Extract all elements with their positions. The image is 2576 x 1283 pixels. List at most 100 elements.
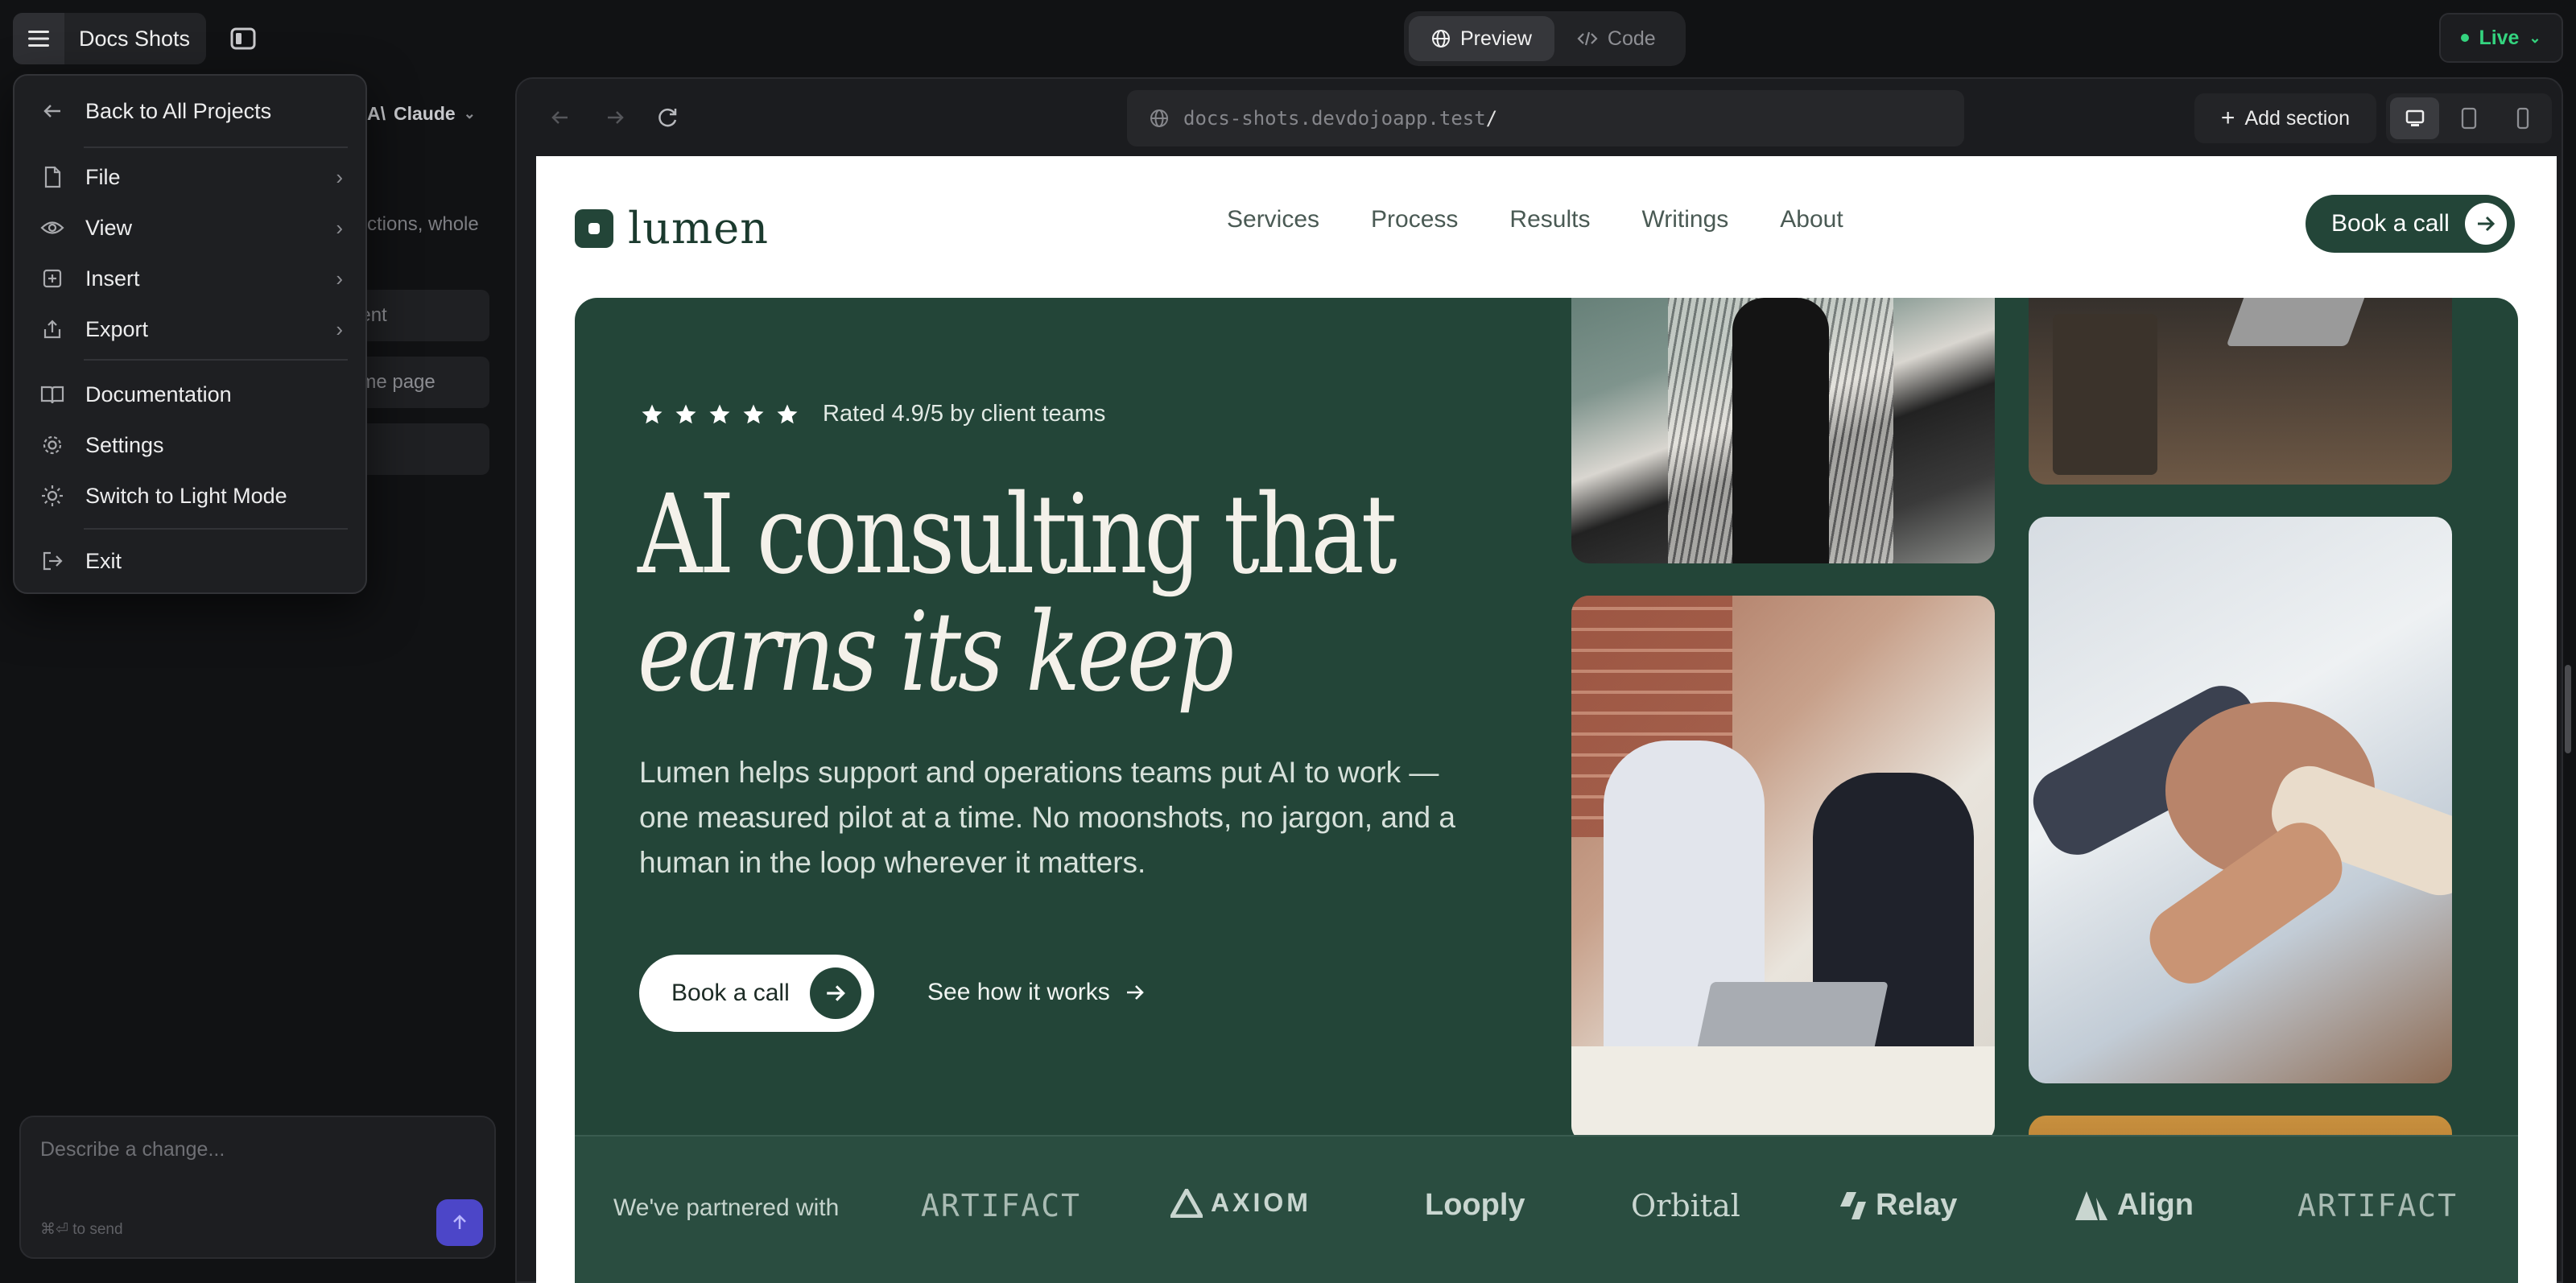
chevron-down-icon: ⌄ — [463, 105, 476, 122]
secondary-cta-label: See how it works — [927, 979, 1110, 1005]
nav-link-services[interactable]: Services — [1227, 206, 1319, 233]
site-preview: lumen Services Process Results Writings … — [536, 156, 2557, 1283]
preview-scrollbar[interactable] — [2565, 665, 2571, 753]
model-label: Claude — [394, 103, 456, 124]
menu-label: Switch to Light Mode — [85, 483, 287, 508]
refresh-icon[interactable] — [654, 103, 683, 132]
chat-placeholder: Describe a change... — [40, 1138, 225, 1161]
chat-input[interactable]: Describe a change... ⌘⏎ to send — [19, 1116, 496, 1259]
chevron-right-icon: › — [336, 164, 343, 189]
menu-item-export[interactable]: Export › — [14, 307, 365, 352]
align-icon — [2075, 1190, 2107, 1220]
sidebar-hint-text: ctions, whole — [367, 213, 479, 235]
nav-cta-label: Book a call — [2331, 210, 2450, 237]
nav-link-process[interactable]: Process — [1371, 206, 1458, 233]
partner-logo-orbital: Orbital — [1631, 1188, 1740, 1223]
app-menu-button[interactable]: Docs Shots — [13, 13, 206, 64]
model-picker[interactable]: A\ Claude ⌄ — [367, 103, 476, 125]
device-switcher[interactable] — [2386, 93, 2552, 143]
photo-high-five-meeting — [1571, 596, 1995, 1143]
url-bar[interactable]: docs-shots.devdojoapp.test/ — [1127, 90, 1964, 146]
preview-frame: docs-shots.devdojoapp.test/ + Add sectio… — [515, 77, 2563, 1283]
partner-logo-axiom: AXIOM — [1170, 1188, 1311, 1218]
lumen-logo-icon — [575, 208, 613, 248]
brand-name: lumen — [628, 203, 769, 254]
menu-item-view[interactable]: View › — [14, 205, 365, 250]
arrow-left-icon — [40, 99, 64, 123]
chevron-right-icon: › — [336, 316, 343, 341]
partner-logo-artifact: ARTIFACT — [921, 1188, 1082, 1223]
back-arrow-icon[interactable] — [546, 103, 575, 132]
see-how-it-works-link[interactable]: See how it works — [927, 979, 1146, 1006]
tab-preview[interactable]: Preview — [1409, 16, 1554, 61]
partner-logo-artifact: ARTIFACT — [2297, 1188, 2458, 1223]
send-button[interactable] — [436, 1199, 483, 1246]
plus-icon: + — [2220, 105, 2235, 131]
chevron-right-icon: › — [336, 266, 343, 291]
partner-name: AXIOM — [1211, 1188, 1311, 1217]
mobile-icon[interactable] — [2499, 97, 2548, 139]
star-icon — [642, 404, 663, 423]
hero-book-call-button[interactable]: Book a call — [639, 955, 874, 1032]
photo-people-laptops — [2029, 298, 2452, 485]
live-status-button[interactable]: Live ⌄ — [2439, 13, 2563, 63]
star-icon — [709, 404, 730, 423]
plus-square-icon — [40, 266, 64, 291]
rating-text: Rated 4.9/5 by client teams — [823, 401, 1106, 427]
globe-icon — [1150, 109, 1168, 127]
nav-link-results[interactable]: Results — [1509, 206, 1590, 233]
rating: Rated 4.9/5 by client teams — [639, 401, 1105, 427]
partner-logo-relay: Relay — [1839, 1188, 1957, 1223]
tab-code[interactable]: Code — [1554, 16, 1678, 61]
nav-link-about[interactable]: About — [1780, 206, 1843, 233]
hamburger-icon[interactable] — [13, 13, 64, 64]
menu-item-back-to-projects[interactable]: Back to All Projects — [14, 89, 365, 134]
chevron-down-icon: ⌄ — [2529, 29, 2541, 46]
live-dot-icon — [2461, 34, 2470, 42]
menu-label: Insert — [85, 266, 140, 291]
menu-item-light-mode[interactable]: Switch to Light Mode — [14, 473, 365, 518]
site-logo[interactable]: lumen — [575, 203, 769, 254]
hero-cta-label: Book a call — [671, 980, 790, 1006]
relay-icon — [1840, 1191, 1866, 1219]
desktop-icon[interactable] — [2390, 97, 2440, 139]
tablet-icon[interactable] — [2444, 97, 2493, 139]
url-path: / — [1485, 107, 1498, 130]
menu-item-exit[interactable]: Exit — [14, 538, 365, 584]
preview-code-toggle[interactable]: Preview Code — [1404, 11, 1686, 66]
menu-item-insert[interactable]: Insert › — [14, 256, 365, 301]
nav-book-call-button[interactable]: Book a call — [2306, 195, 2515, 253]
star-icon — [675, 404, 696, 423]
sun-icon — [40, 484, 64, 508]
headline-line-2: earns its keep — [638, 589, 1234, 716]
app-menu-dropdown: Back to All Projects File › View › Inser… — [13, 74, 367, 594]
add-section-button[interactable]: + Add section — [2194, 93, 2376, 143]
menu-item-file[interactable]: File › — [14, 155, 365, 200]
partners-label: We've partnered with — [613, 1194, 840, 1221]
sidebar-toggle-icon[interactable] — [229, 24, 258, 53]
menu-label: Settings — [85, 432, 164, 457]
partner-name: Align — [2117, 1188, 2194, 1222]
hero-body-text: Lumen helps support and operations teams… — [639, 756, 1455, 879]
photo-woman-portrait — [1571, 298, 1995, 563]
menu-label: Documentation — [85, 382, 232, 406]
add-section-label: Add section — [2244, 106, 2351, 130]
hero-section: Rated 4.9/5 by client teams AI consultin… — [575, 298, 2518, 1283]
arrow-right-icon — [810, 967, 861, 1019]
partner-logo-looply: Looply — [1425, 1188, 1525, 1222]
arrow-right-icon — [2465, 203, 2507, 245]
site-nav-links: Services Process Results Writings About — [1227, 206, 1843, 233]
menu-label: File — [85, 164, 121, 189]
menu-item-documentation[interactable]: Documentation — [14, 372, 365, 417]
tab-code-label: Code — [1607, 27, 1656, 50]
logout-icon — [40, 549, 64, 573]
headline-line-1: AI consulting that — [638, 472, 1397, 599]
url-host: docs-shots.devdojoapp.test — [1183, 107, 1486, 130]
file-icon — [40, 165, 64, 189]
send-shortcut-hint: ⌘⏎ to send — [40, 1221, 123, 1238]
partner-logo-align: Align — [2074, 1188, 2194, 1223]
browser-toolbar: docs-shots.devdojoapp.test/ + Add sectio… — [517, 79, 2562, 156]
forward-arrow-icon[interactable] — [601, 103, 630, 132]
nav-link-writings[interactable]: Writings — [1641, 206, 1728, 233]
menu-item-settings[interactable]: Settings — [14, 423, 365, 468]
